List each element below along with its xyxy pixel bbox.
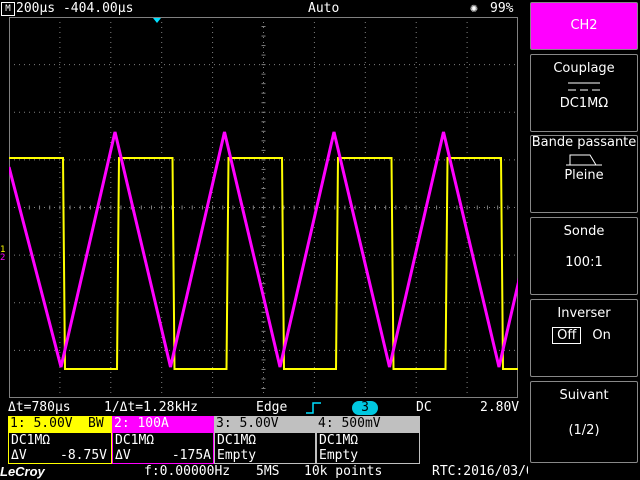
channel-2-scale[interactable]: 2: 100A bbox=[112, 416, 214, 432]
brightness-icon: ✺ bbox=[470, 1, 478, 16]
inverse-delta-t: 1/Δt=1.28kHz bbox=[104, 400, 198, 415]
inverser-button[interactable]: Inverser Off On bbox=[530, 299, 638, 377]
trigger-mode: Auto bbox=[308, 1, 340, 16]
frequency-counter: f:0.00000Hz bbox=[144, 464, 231, 479]
battery-level: 99% bbox=[490, 1, 514, 16]
channel-3-scale[interactable]: 3: 5.00V bbox=[214, 416, 316, 432]
trigger-position-marker bbox=[153, 18, 161, 23]
bandwidth-icon bbox=[566, 154, 602, 166]
channel-1-scale[interactable]: 1: 5.00V BW bbox=[8, 416, 112, 432]
sample-rate: 5MS bbox=[256, 464, 280, 479]
waveform-plot bbox=[9, 17, 518, 398]
menu-channel-title: CH2 bbox=[530, 2, 638, 50]
trigger-coupling: DC bbox=[416, 400, 432, 415]
softkey-menu: CH2 Couplage DC1MΩ Bande passante Pleine… bbox=[528, 0, 640, 480]
rising-edge-icon bbox=[306, 402, 321, 414]
delta-t: Δt=780µs bbox=[8, 400, 71, 415]
channel-2-info: DC1MΩ ΔV -175A bbox=[112, 432, 214, 464]
bande-passante-button[interactable]: Bande passante Pleine bbox=[530, 135, 638, 213]
waveform-display[interactable] bbox=[9, 17, 518, 398]
trigger-level: 2.80V bbox=[480, 400, 520, 415]
record-length: 10k points bbox=[304, 464, 383, 479]
couplage-button[interactable]: Couplage DC1MΩ bbox=[530, 54, 638, 132]
suivant-button[interactable]: Suivant (1/2) bbox=[530, 381, 638, 463]
brand-logo: LeCroy bbox=[0, 464, 45, 479]
channel-4-info: DC1MΩ Empty bbox=[316, 432, 420, 464]
sonde-button[interactable]: Sonde 100:1 bbox=[530, 217, 638, 295]
channel-offset-marker[interactable]: 1 2 bbox=[0, 243, 8, 263]
channel-3-info: DC1MΩ Empty bbox=[214, 432, 316, 464]
invert-off-option[interactable]: Off bbox=[552, 327, 582, 344]
invert-on-option[interactable]: On bbox=[587, 327, 616, 344]
measurement-line: Δt=780µs 1/Δt=1.28kHz Edge 3 DC 2.80V bbox=[0, 400, 528, 416]
trigger-type: Edge bbox=[256, 400, 288, 415]
measure-icon: M bbox=[1, 2, 15, 16]
top-status-bar: M 200µs -404.00µs Auto ✺ 99% bbox=[0, 0, 528, 17]
timebase-readout: 200µs -404.00µs bbox=[16, 1, 134, 16]
channel-4-scale[interactable]: 4: 500mV bbox=[316, 416, 420, 432]
svg-text:2: 2 bbox=[0, 253, 5, 261]
trigger-source-badge: 3 bbox=[352, 401, 378, 415]
channel-1-info: DC1MΩ ΔV -8.75V bbox=[8, 432, 112, 464]
dc-coupling-icon bbox=[568, 82, 600, 91]
